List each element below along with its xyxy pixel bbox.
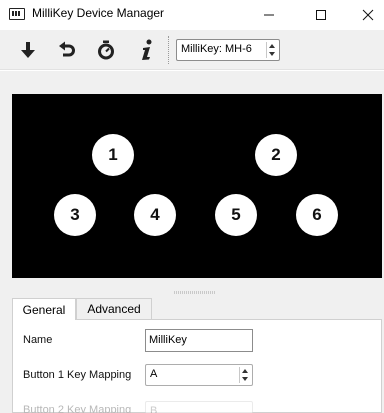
key-label: 4 [150, 205, 160, 224]
button2-mapping-label: Button 2 Key Mapping [23, 404, 132, 413]
button2-mapping-value: B [150, 405, 158, 413]
key-label: 3 [70, 205, 80, 224]
device-selector-value: MilliKey: MH-6 [181, 43, 252, 55]
keyboard-icon [9, 8, 25, 20]
key-1[interactable]: 1 [92, 134, 134, 176]
button1-mapping-label: Button 1 Key Mapping [23, 369, 132, 381]
device-selector[interactable]: MilliKey: MH-6 [176, 39, 280, 61]
key-2[interactable]: 2 [255, 134, 297, 176]
key-5[interactable]: 5 [215, 194, 257, 236]
key-3[interactable]: 3 [54, 194, 96, 236]
updown-arrows-icon [239, 367, 249, 383]
save-to-device-button[interactable] [14, 36, 42, 64]
tab-advanced[interactable]: Advanced [76, 298, 152, 319]
close-icon [362, 9, 374, 21]
info-icon [142, 39, 152, 60]
key-4[interactable]: 4 [134, 194, 176, 236]
minimize-icon [264, 14, 274, 16]
button1-mapping-select[interactable]: A [145, 364, 253, 386]
button1-mapping-value: A [150, 368, 158, 380]
button2-mapping-select[interactable]: B [145, 401, 253, 413]
name-field[interactable]: MilliKey [145, 329, 253, 352]
close-button[interactable] [345, 0, 384, 30]
window-title: MilliKey Device Manager [32, 6, 165, 20]
toolbar-separator [168, 36, 169, 64]
device-preview: 1 2 3 4 5 6 [12, 94, 382, 278]
stopwatch-icon [98, 40, 114, 60]
updown-arrows-icon [266, 42, 276, 58]
maximize-button[interactable] [298, 0, 344, 30]
key-label: 2 [271, 145, 281, 164]
undo-button[interactable] [53, 36, 81, 64]
tab-general[interactable]: General [12, 298, 76, 320]
key-label: 5 [231, 205, 241, 224]
download-arrow-icon [21, 42, 35, 58]
undo-icon [59, 41, 75, 57]
title-bar: MilliKey Device Manager [0, 0, 384, 30]
key-label: 1 [108, 145, 118, 164]
info-button[interactable] [133, 36, 161, 64]
splitter-handle[interactable] [174, 291, 216, 294]
key-label: 6 [312, 205, 322, 224]
maximize-icon [316, 10, 326, 20]
name-label: Name [23, 334, 53, 346]
minimize-button[interactable] [246, 0, 292, 30]
name-field-value: MilliKey [149, 334, 187, 346]
timer-button[interactable] [92, 36, 120, 64]
toolbar: MilliKey: MH-6 [0, 30, 384, 70]
key-6[interactable]: 6 [296, 194, 338, 236]
